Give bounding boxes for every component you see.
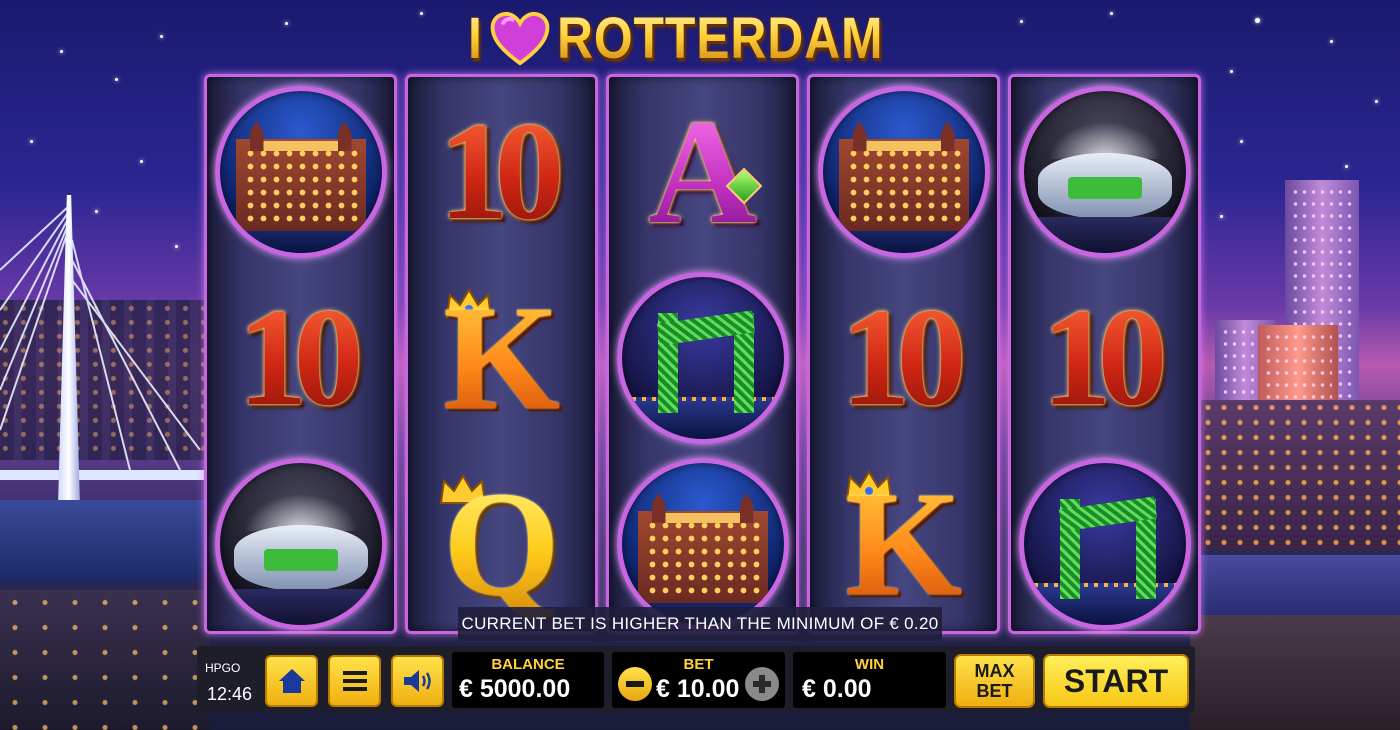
bet-decrease-button[interactable]	[618, 667, 652, 701]
symbol-hotel	[207, 79, 394, 265]
reel-3: A	[606, 74, 799, 634]
symbol-stadium	[207, 451, 394, 637]
win-label: WIN	[854, 656, 885, 673]
symbol-king: K	[443, 275, 560, 441]
home-icon	[278, 669, 305, 693]
bet-increase-button[interactable]	[745, 667, 779, 701]
plus-icon	[753, 675, 771, 693]
balance-value: € 5000.00	[459, 675, 571, 703]
reel-1: 10	[204, 74, 397, 634]
speaker-icon	[403, 670, 431, 692]
symbol-ten: 10	[207, 265, 394, 451]
bet-warning-message: CURRENT BET IS HIGHER THAN THE MINIMUM O…	[458, 607, 942, 641]
start-button[interactable]: START	[1043, 654, 1189, 708]
reel-4: 10 K	[807, 74, 1000, 634]
reel-5: 10	[1008, 74, 1201, 634]
symbol-stadium	[1011, 79, 1198, 265]
symbol-ten: 10	[810, 265, 997, 451]
symbol-ace: A	[609, 79, 796, 265]
symbol-ten: 10	[1011, 265, 1198, 451]
shore-left	[0, 590, 210, 730]
clock: 12:46	[207, 684, 253, 704]
max-bet-line1: MAX	[974, 661, 1015, 681]
menu-icon	[342, 671, 367, 691]
title-main: ROTTERDAM	[557, 5, 884, 71]
erasmus-bridge-cables	[0, 204, 210, 480]
menu-button[interactable]	[328, 655, 381, 707]
heart-icon	[490, 12, 550, 66]
win-value: € 0.00	[802, 675, 872, 703]
symbol-hotel	[810, 79, 997, 265]
game-title: I ROTTERDAM	[468, 2, 937, 74]
home-button[interactable]	[265, 655, 318, 707]
minus-icon	[626, 681, 644, 687]
symbol-ten: 10	[408, 79, 595, 265]
reel-2: 10 K Q	[405, 74, 598, 634]
bet-value: € 10.00	[656, 675, 740, 703]
title-prefix: I	[468, 5, 483, 71]
balance-label: BALANCE	[491, 656, 565, 673]
sound-button[interactable]	[391, 655, 444, 707]
shore-right	[1190, 615, 1400, 730]
city-skyline-right	[1200, 400, 1400, 550]
max-bet-line2: BET	[976, 681, 1013, 701]
max-bet-button[interactable]: MAX BET	[954, 654, 1035, 708]
symbol-bridge	[609, 265, 796, 451]
river-left	[0, 500, 210, 580]
symbol-bridge	[1011, 451, 1198, 637]
brand-logo: HPGO	[205, 661, 241, 675]
